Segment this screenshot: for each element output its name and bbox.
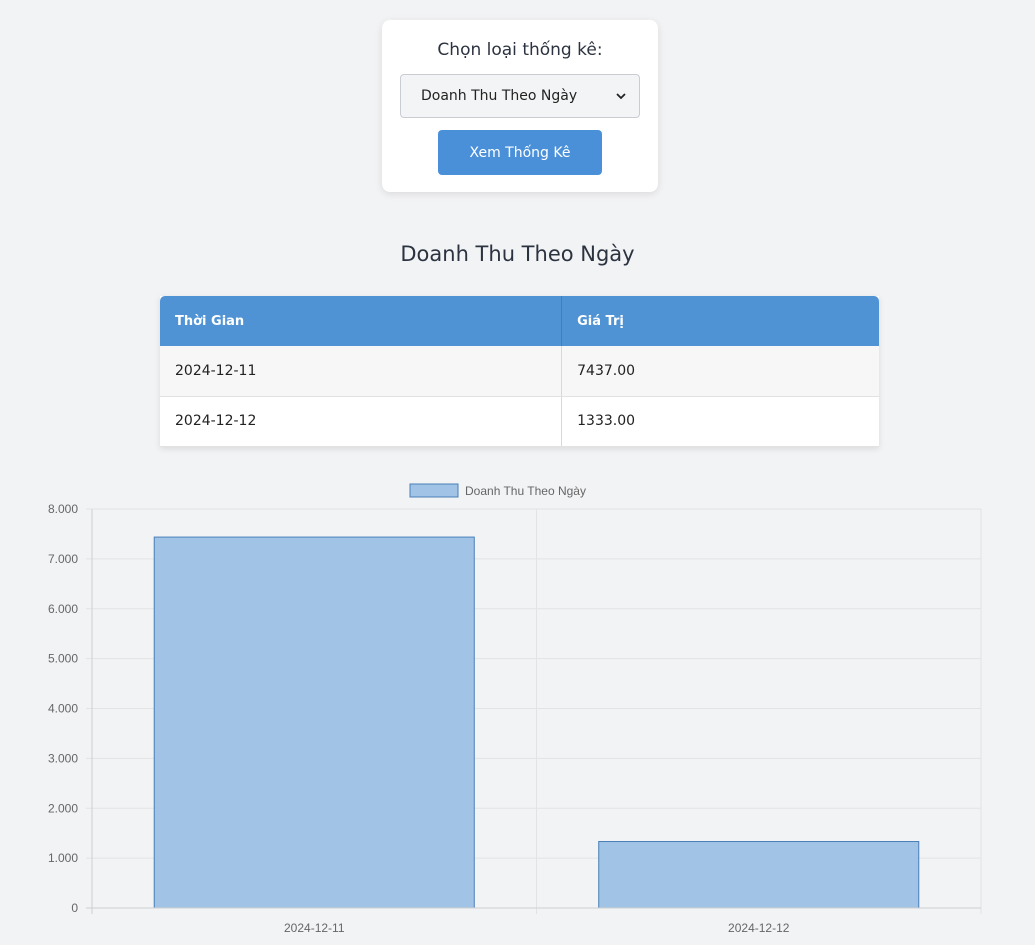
chart-bar xyxy=(153,536,475,909)
chart-bar xyxy=(598,841,920,909)
report-title: Doanh Thu Theo Ngày xyxy=(400,242,635,266)
stats-type-select[interactable]: Doanh Thu Theo Ngày xyxy=(400,74,640,118)
y-tick-label: 4.000 xyxy=(48,702,78,716)
stats-selector-card: Chọn loại thống kê: Doanh Thu Theo Ngày … xyxy=(382,20,658,192)
y-tick-label: 2.000 xyxy=(48,801,78,815)
cell-value: 7437.00 xyxy=(561,346,879,397)
y-tick-label: 3.000 xyxy=(48,751,78,765)
cell-time: 2024-12-11 xyxy=(160,346,563,397)
column-header-value: Giá Trị xyxy=(561,296,879,346)
table-header-row: Thời Gian Giá Trị xyxy=(160,296,879,346)
chevron-down-icon xyxy=(615,90,627,102)
chart-canvas: Doanh Thu Theo Ngày 0 1.000 2.000 3.000 4.000… xyxy=(48,483,982,935)
y-tick-label: 6.000 xyxy=(48,602,78,616)
stats-type-selected-value: Doanh Thu Theo Ngày xyxy=(421,88,578,104)
stats-table: Thời Gian Giá Trị 2024-12-11 7437.00 202… xyxy=(160,296,879,447)
table-row: 2024-12-11 7437.00 xyxy=(160,346,879,397)
cell-time: 2024-12-12 xyxy=(160,396,563,447)
legend-label: Doanh Thu Theo Ngày xyxy=(465,484,586,498)
cell-value: 1333.00 xyxy=(561,396,879,447)
x-tick-label: 2024-12-11 xyxy=(284,921,345,935)
y-tick-label: 1.000 xyxy=(48,851,78,865)
table-row: 2024-12-12 1333.00 xyxy=(160,396,879,447)
x-tick-label: 2024-12-12 xyxy=(728,921,790,935)
statistics-page: Chọn loại thống kê: Doanh Thu Theo Ngày … xyxy=(0,0,1035,945)
y-tick-label: 5.000 xyxy=(48,652,78,666)
selector-label: Chọn loại thống kê: xyxy=(437,40,603,60)
y-tick-label: 7.000 xyxy=(48,552,78,566)
view-stats-button[interactable]: Xem Thống Kê xyxy=(438,130,602,175)
y-tick-label: 8.000 xyxy=(48,502,78,516)
column-header-time: Thời Gian xyxy=(160,296,563,346)
revenue-chart: Doanh Thu Theo Ngày 0 1.000 2.000 3.000 4.000… xyxy=(0,470,1035,945)
y-tick-label: 0 xyxy=(71,901,78,915)
legend-swatch xyxy=(409,483,459,498)
